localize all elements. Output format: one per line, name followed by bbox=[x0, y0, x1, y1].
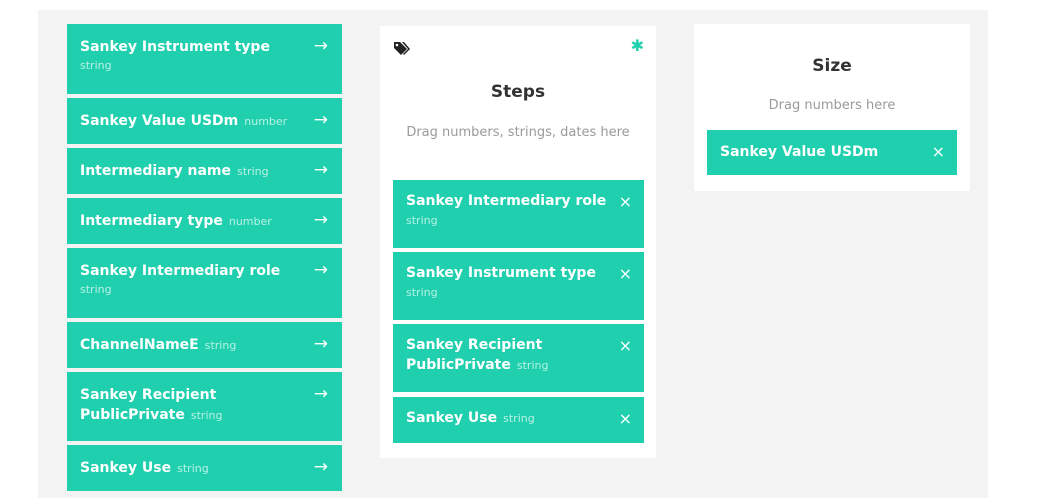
dimension-name: Sankey Intermediary role bbox=[80, 263, 281, 279]
dimension-type: string bbox=[177, 462, 209, 475]
dimension-type: string bbox=[237, 165, 269, 178]
arrow-right-icon[interactable]: → bbox=[314, 210, 328, 230]
tags-icon bbox=[394, 42, 410, 55]
dimension-chip[interactable]: Sankey Intermediary role string → bbox=[67, 248, 342, 318]
asterisk-icon[interactable]: ✱ bbox=[631, 36, 644, 55]
arrow-right-icon[interactable]: → bbox=[314, 457, 328, 477]
steps-item[interactable]: Sankey Recipient PublicPrivate string × bbox=[393, 324, 644, 392]
dimension-chip[interactable]: Sankey Recipient PublicPrivate string → bbox=[67, 372, 342, 441]
dimension-name: Intermediary type bbox=[80, 213, 223, 229]
size-title: Size bbox=[812, 56, 852, 76]
dimension-chip[interactable]: Sankey Value USDm number → bbox=[67, 98, 342, 144]
steps-item-name: Sankey Use bbox=[406, 410, 498, 426]
steps-card: ✱ Steps Drag numbers, strings, dates her… bbox=[380, 26, 656, 458]
steps-item-type: string bbox=[406, 214, 438, 227]
dimension-type: number bbox=[228, 215, 272, 228]
size-hint: Drag numbers here bbox=[768, 98, 896, 113]
dimension-chip[interactable]: Intermediary type number → bbox=[67, 198, 342, 244]
dimension-type: string bbox=[190, 409, 223, 422]
close-icon[interactable]: × bbox=[932, 142, 945, 162]
dimension-type: string bbox=[80, 59, 112, 72]
dimension-type: string bbox=[80, 283, 112, 296]
dimension-name: ChannelNameE bbox=[80, 337, 199, 353]
steps-item-type: string bbox=[406, 286, 438, 299]
arrow-right-icon[interactable]: → bbox=[314, 110, 328, 130]
dimension-name: Sankey Use bbox=[80, 460, 172, 476]
dimension-type: number bbox=[244, 115, 288, 128]
arrow-right-icon[interactable]: → bbox=[314, 260, 328, 280]
arrow-right-icon[interactable]: → bbox=[314, 334, 328, 354]
arrow-right-icon[interactable]: → bbox=[314, 36, 328, 56]
dimension-chip[interactable]: ChannelNameE string → bbox=[67, 322, 342, 368]
steps-item[interactable]: Sankey Instrument type string × bbox=[393, 252, 644, 320]
dimension-name: Intermediary name bbox=[80, 163, 232, 179]
arrow-right-icon[interactable]: → bbox=[314, 384, 328, 404]
close-icon[interactable]: × bbox=[619, 264, 632, 284]
dimension-name: Sankey Value USDm bbox=[80, 113, 239, 129]
close-icon[interactable]: × bbox=[619, 336, 632, 356]
steps-item[interactable]: Sankey Use string × bbox=[393, 397, 644, 443]
dimension-chip[interactable]: Sankey Instrument type string → bbox=[67, 24, 342, 94]
steps-item[interactable]: Sankey Intermediary role string × bbox=[393, 180, 644, 248]
close-icon[interactable]: × bbox=[619, 409, 632, 429]
dimension-type: string bbox=[204, 339, 237, 352]
dimension-name: Sankey Instrument type bbox=[80, 39, 270, 55]
steps-hint: Drag numbers, strings, dates here bbox=[406, 125, 630, 140]
close-icon[interactable]: × bbox=[619, 192, 632, 212]
steps-item-type: string bbox=[516, 359, 549, 372]
size-item-name: Sankey Value USDm bbox=[720, 144, 879, 160]
dimension-chip[interactable]: Sankey Use string → bbox=[67, 445, 342, 491]
dimension-chip[interactable]: Intermediary name string → bbox=[67, 148, 342, 194]
steps-title: Steps bbox=[490, 82, 546, 102]
size-item[interactable]: Sankey Value USDm × bbox=[707, 130, 957, 175]
arrow-right-icon[interactable]: → bbox=[314, 160, 328, 180]
size-card: Size Drag numbers here Sankey Value USDm… bbox=[694, 24, 970, 191]
steps-item-name: Sankey Instrument type bbox=[406, 265, 596, 281]
canvas: Sankey Instrument type string → Sankey V… bbox=[0, 0, 1045, 498]
steps-item-name: Sankey Intermediary role bbox=[406, 193, 607, 209]
steps-item-type: string bbox=[503, 412, 535, 425]
